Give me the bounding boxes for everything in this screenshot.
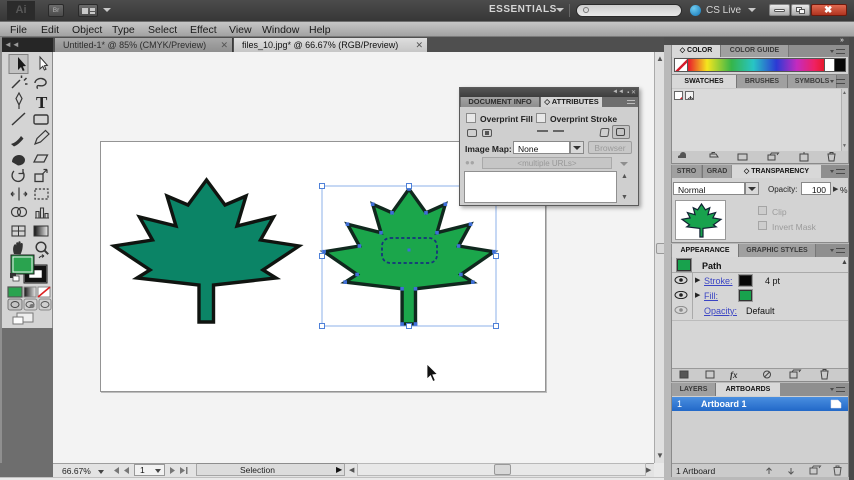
svg-text:T: T <box>36 93 48 112</box>
svg-text:fx: fx <box>730 370 738 380</box>
